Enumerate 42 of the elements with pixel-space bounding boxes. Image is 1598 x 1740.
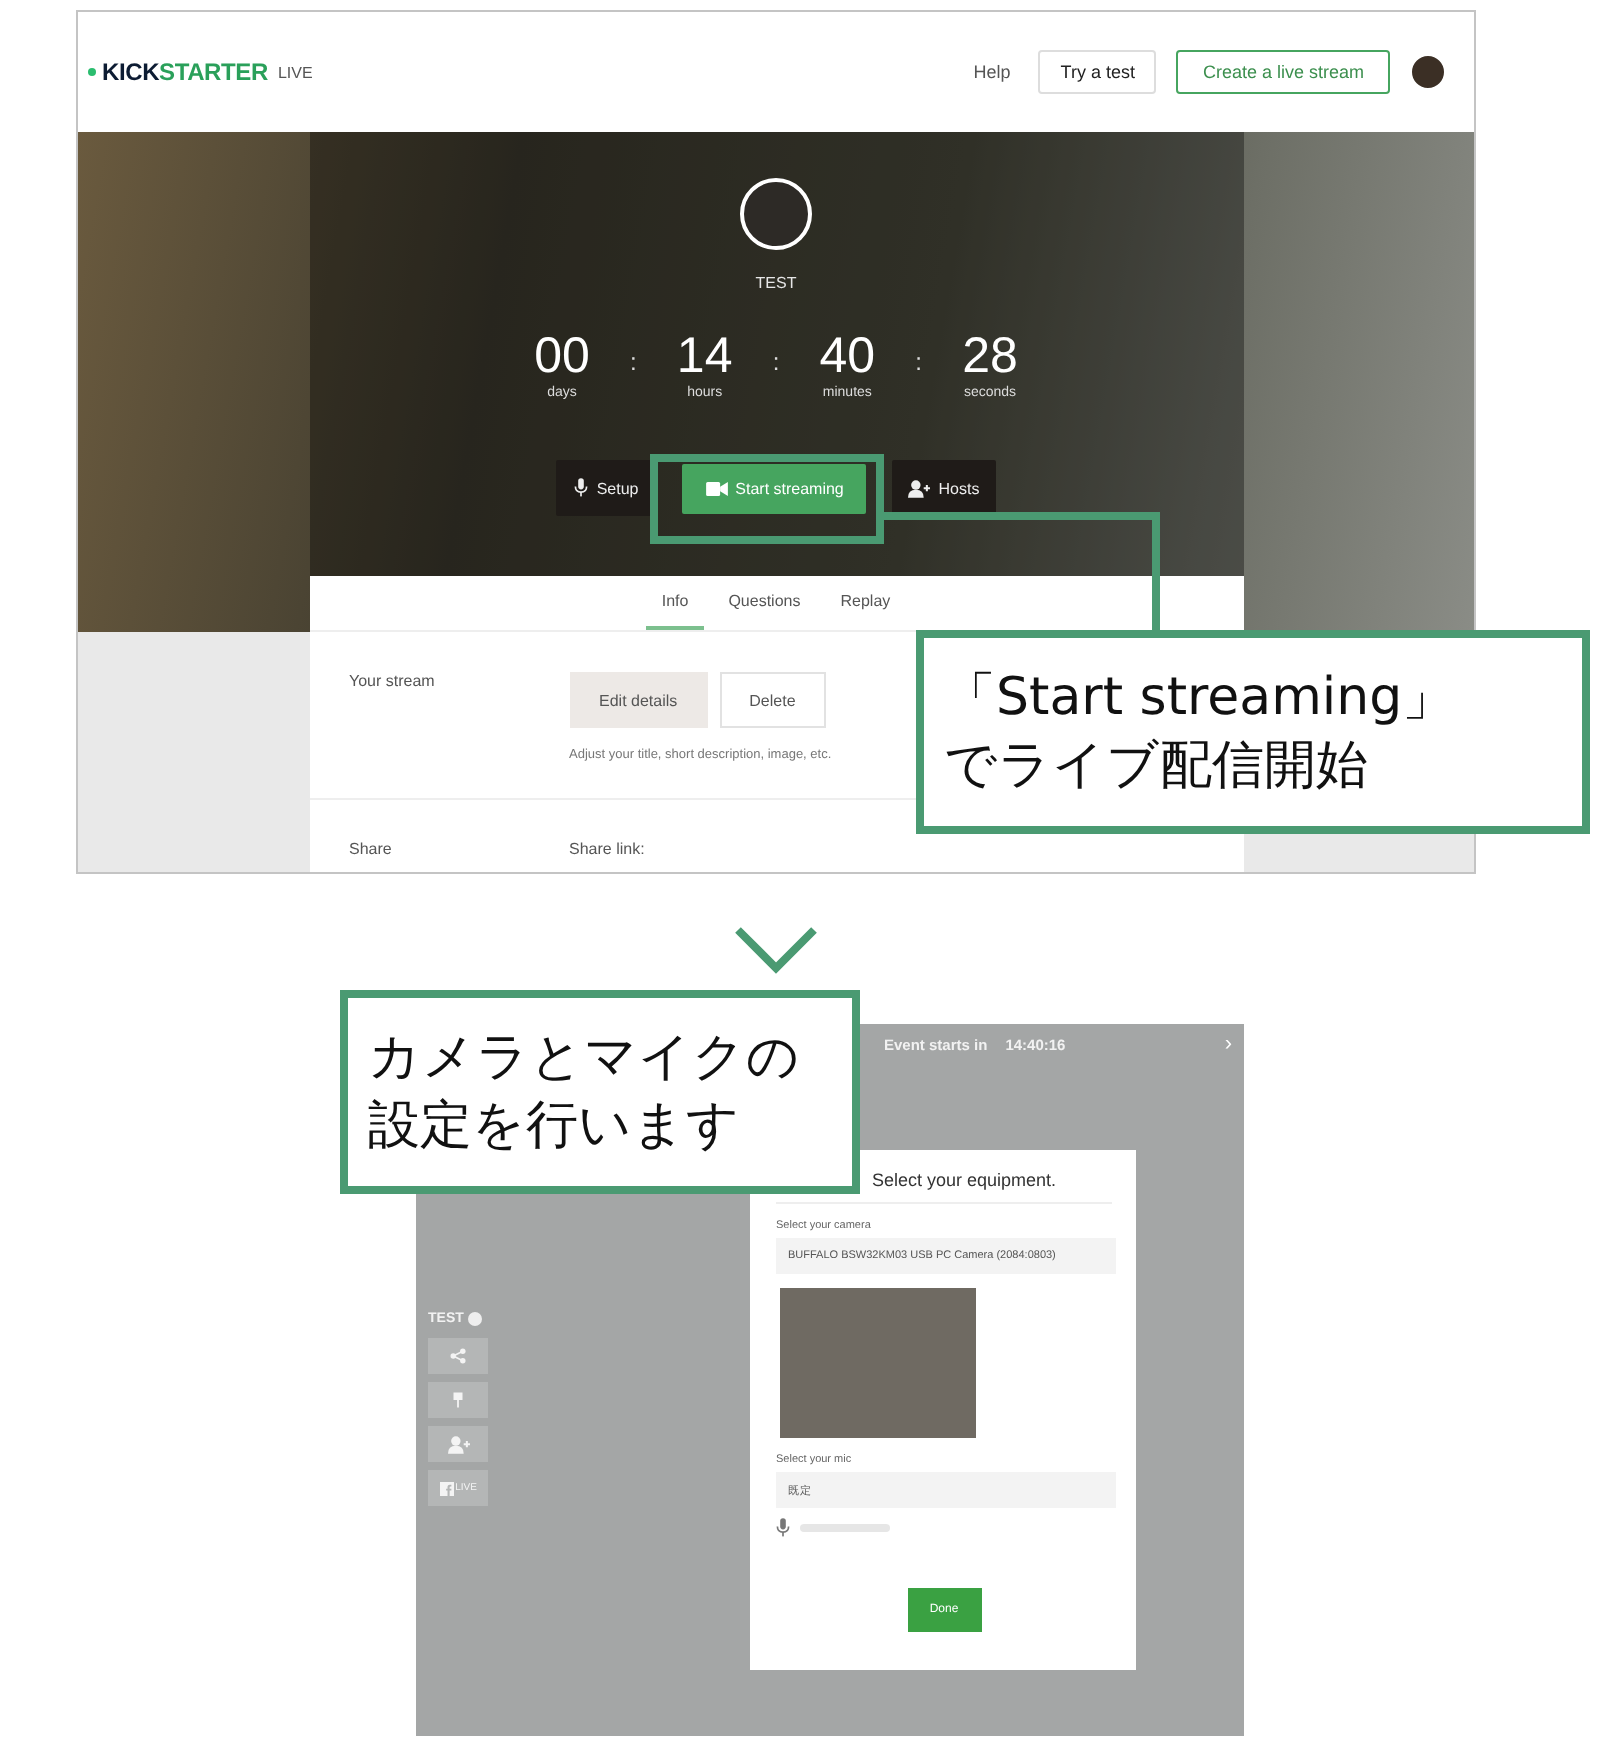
brand-logo: KICKSTARTER [102,58,268,86]
action-button[interactable]: Hosts [892,460,996,516]
tab[interactable]: Questions [712,576,817,630]
share-icon [450,1348,466,1364]
side-button[interactable] [428,1426,488,1462]
microphone-icon [574,478,589,498]
tab[interactable]: Replay [824,576,907,630]
user-plus-icon [447,1435,469,1453]
stream-button[interactable]: Edit details [569,672,708,728]
host-name: TEST [755,274,797,292]
info-icon [467,1312,482,1326]
help-link[interactable]: Help [973,62,1011,82]
facebook-icon [439,1481,454,1495]
section-label: Your stream [349,672,437,694]
countdown-value: 00 [534,332,590,382]
host-avatar [740,178,812,250]
user-avatar[interactable] [1410,54,1446,90]
microphone-icon [776,1518,790,1538]
countdown-separator: : [629,348,637,376]
side-button[interactable] [428,1338,488,1374]
callout-text: でライブ配信開始 [944,734,1370,800]
callout-text: 設定を行います [368,1094,742,1160]
tab[interactable]: Info [645,576,705,630]
share-link-label: Share link: [569,840,647,858]
try-test-button[interactable]: Try a test [1038,50,1157,94]
stream-button[interactable]: Delete [719,672,826,728]
user-plus-icon [908,479,931,497]
chevron-down-icon [732,923,820,975]
logo-suffix: LIVE [277,63,313,81]
logo-dot [88,68,96,76]
countdown-value: 40 [819,332,876,382]
create-stream-button[interactable]: Create a live stream [1176,50,1390,94]
countdown-separator: : [772,348,780,376]
countdown-value: 28 [962,332,1018,382]
callout-text: 「Start streaming」 [944,666,1457,732]
side-button[interactable] [428,1382,488,1418]
video-camera-icon [705,481,728,495]
callout-text: カメラとマイクの [368,1026,802,1092]
countdown-separator: : [915,348,923,376]
pin-icon [452,1392,464,1408]
countdown-value: 14 [676,332,733,382]
section-label: Share [349,840,394,858]
